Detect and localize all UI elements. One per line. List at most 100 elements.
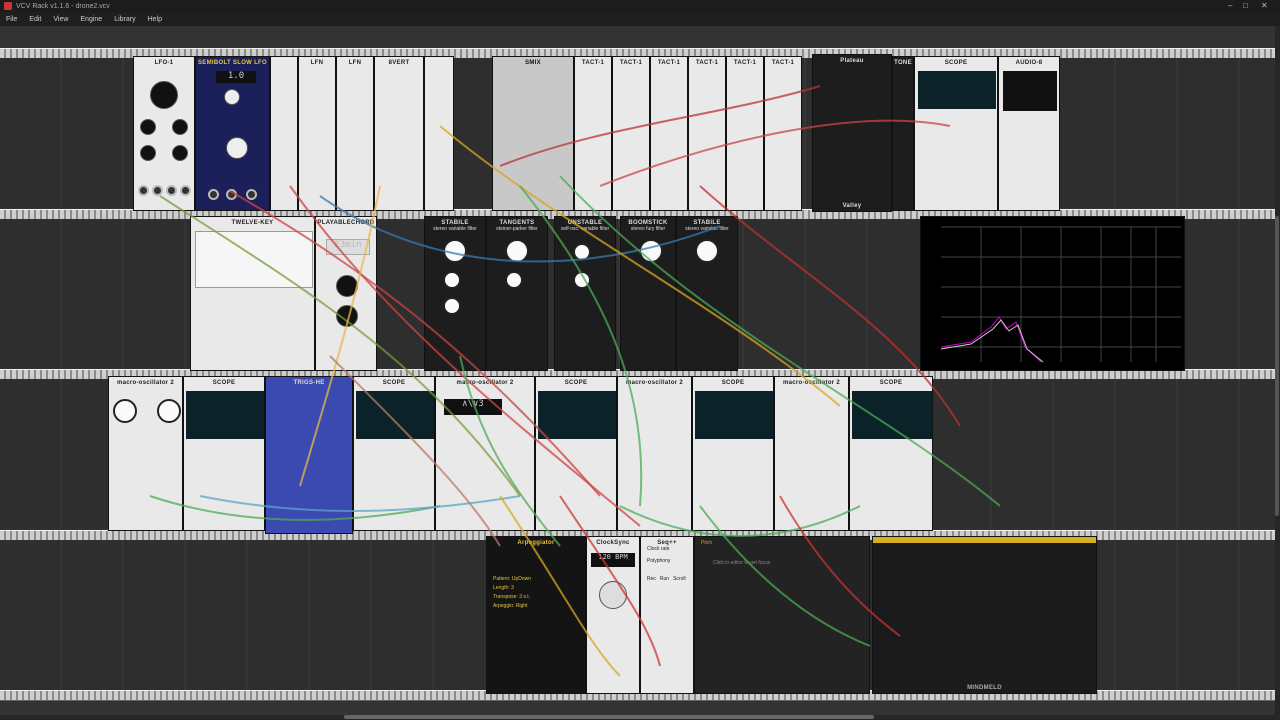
scrollbar-thumb[interactable] [1275,216,1279,516]
module-scope-4[interactable]: SCOPE [692,376,774,531]
module-filter-stabile[interactable]: STABILE stereo variable filter [424,216,486,371]
freq-knob[interactable] [150,81,178,109]
module-tact-2[interactable]: TACT-1 [612,56,650,211]
shape-knob[interactable] [336,305,358,327]
module-seq-editor[interactable]: Pitch Click in editor to get focus [694,536,870,694]
module-smix[interactable]: SMIX [492,56,574,211]
bpm-knob[interactable] [599,581,627,609]
module-tact-5[interactable]: TACT-1 [726,56,764,211]
menu-view[interactable]: View [47,16,74,23]
module-utility[interactable] [424,56,454,211]
cutoff-knob[interactable] [505,239,529,263]
menu-engine[interactable]: Engine [74,16,108,23]
module-macro-oscillator-4[interactable]: macro-oscillator 2 [774,376,849,531]
jack[interactable] [138,185,149,196]
cutoff-knob[interactable] [639,239,663,263]
module-slow-lfo[interactable]: SEMIBOLT SLOW LFO 1.0 [195,56,270,211]
module-audio-8[interactable]: AUDIO-8 [998,56,1060,211]
module-title: PLAYABLECHORD [317,220,375,226]
rack-area[interactable]: LFO-1 SEMIBOLT SLOW LFO 1.0 LFN LFN 8VER… [0,26,1280,720]
module-plateau[interactable]: Plateau Valley [812,54,892,212]
module-filter-tangents[interactable]: TANGENTS steiner-parker filter [486,216,548,371]
cutoff-knob[interactable] [443,239,467,263]
module-tact-4[interactable]: TACT-1 [688,56,726,211]
menu-help[interactable]: Help [142,16,168,23]
close-icon[interactable]: ✕ [1261,1,1268,10]
cutoff-knob[interactable] [573,243,591,261]
module-filter-boomstick[interactable]: BOOMSTICK stereo fury filter [620,216,676,371]
module-tact-1[interactable]: TACT-1 [574,56,612,211]
jack[interactable] [152,185,163,196]
chord-display: E3min [326,239,370,255]
knob[interactable] [224,89,240,105]
polyphony-label: Polyphony [647,558,671,564]
knob[interactable] [140,119,156,135]
octave-knob[interactable] [336,275,358,297]
jack[interactable] [246,189,257,200]
menu-bar: File Edit View Engine Library Help [0,12,1280,26]
module-clocksync[interactable]: ClockSync 120 BPM [586,536,640,694]
jack[interactable] [208,189,219,200]
vertical-scrollbar[interactable] [1275,26,1280,715]
frequency-knob[interactable] [113,399,137,423]
module-scope-3[interactable]: SCOPE [535,376,617,531]
module-lfn-2[interactable]: LFN [336,56,374,211]
minimize-icon[interactable]: – [1228,1,1232,10]
module-arpeggiator[interactable]: Arpeggiator Pattern: UpDown Length: 3 Tr… [486,536,586,694]
maximize-icon[interactable]: □ [1243,1,1248,10]
menu-file[interactable]: File [0,16,23,23]
module-scope-5[interactable]: SCOPE [849,376,933,531]
module-mindmeld-mixer[interactable]: MINDMELD [872,536,1097,694]
module-title: macro-oscillator 2 [625,380,684,386]
module-tact-6[interactable]: TACT-1 [764,56,802,211]
knob[interactable] [172,145,188,161]
module-scope-1[interactable]: SCOPE [183,376,265,531]
module-title: LFN [348,60,362,66]
resonance-knob[interactable] [505,271,523,289]
module-title: AUDIO-8 [1015,60,1043,66]
module-tact-3[interactable]: TACT-1 [650,56,688,211]
resonance-knob[interactable] [573,271,591,289]
menu-library[interactable]: Library [108,16,141,23]
module-subtitle: stereo variable filter [685,226,729,232]
module-8vert[interactable]: 8VERT [374,56,424,211]
module-filter-unstable[interactable]: UNSTABLE self-osc. variable filter [554,216,616,371]
jack[interactable] [166,185,177,196]
knob[interactable] [226,137,248,159]
module-title: TONE [894,60,912,66]
module-scope[interactable]: SCOPE [914,56,998,211]
knob[interactable] [172,119,188,135]
cutoff-knob[interactable] [695,239,719,263]
menu-edit[interactable]: Edit [23,16,47,23]
audio-display[interactable] [1003,71,1057,111]
module-title: macro-oscillator 2 [782,380,841,386]
jack[interactable] [180,185,191,196]
module-utility[interactable] [270,56,298,211]
module-macro-oscillator-3[interactable]: macro-oscillator 2 [617,376,692,531]
module-scope-2[interactable]: SCOPE [353,376,435,531]
knob[interactable] [140,145,156,161]
harmonics-knob[interactable] [157,399,181,423]
module-macro-oscillator-1[interactable]: macro-oscillator 2 [108,376,183,531]
module-title: TACT-1 [581,60,605,66]
module-filter-stabile-2[interactable]: STABILE stereo variable filter [676,216,738,371]
module-spectrum-analyzer[interactable] [920,216,1185,371]
module-title: ClockSync [596,540,630,546]
module-lfo[interactable]: LFO-1 [133,56,195,211]
scope-display [918,71,996,109]
horizontal-scrollbar[interactable] [0,715,1280,720]
module-macro-oscillator-2[interactable]: macro-oscillator 2 ∧\∨3 [435,376,535,531]
piano-keyboard[interactable] [195,231,313,288]
module-title: MINDMELD [967,685,1002,691]
module-trigs[interactable]: TRIGS-HE [265,376,353,534]
run-label: Run [659,576,670,582]
module-seq-plus[interactable]: Seq++ Clock rate Polyphony Rec Run Scrol… [640,536,694,694]
drive-knob[interactable] [443,297,461,315]
module-lfn-1[interactable]: LFN [298,56,336,211]
module-playablechord[interactable]: PLAYABLECHORD E3min [315,216,377,371]
resonance-knob[interactable] [443,271,461,289]
module-tone[interactable]: TONE [892,56,914,211]
scrollbar-thumb[interactable] [344,715,874,719]
jack[interactable] [226,189,237,200]
module-twelve-key[interactable]: TWELVE-KEY [190,216,315,371]
